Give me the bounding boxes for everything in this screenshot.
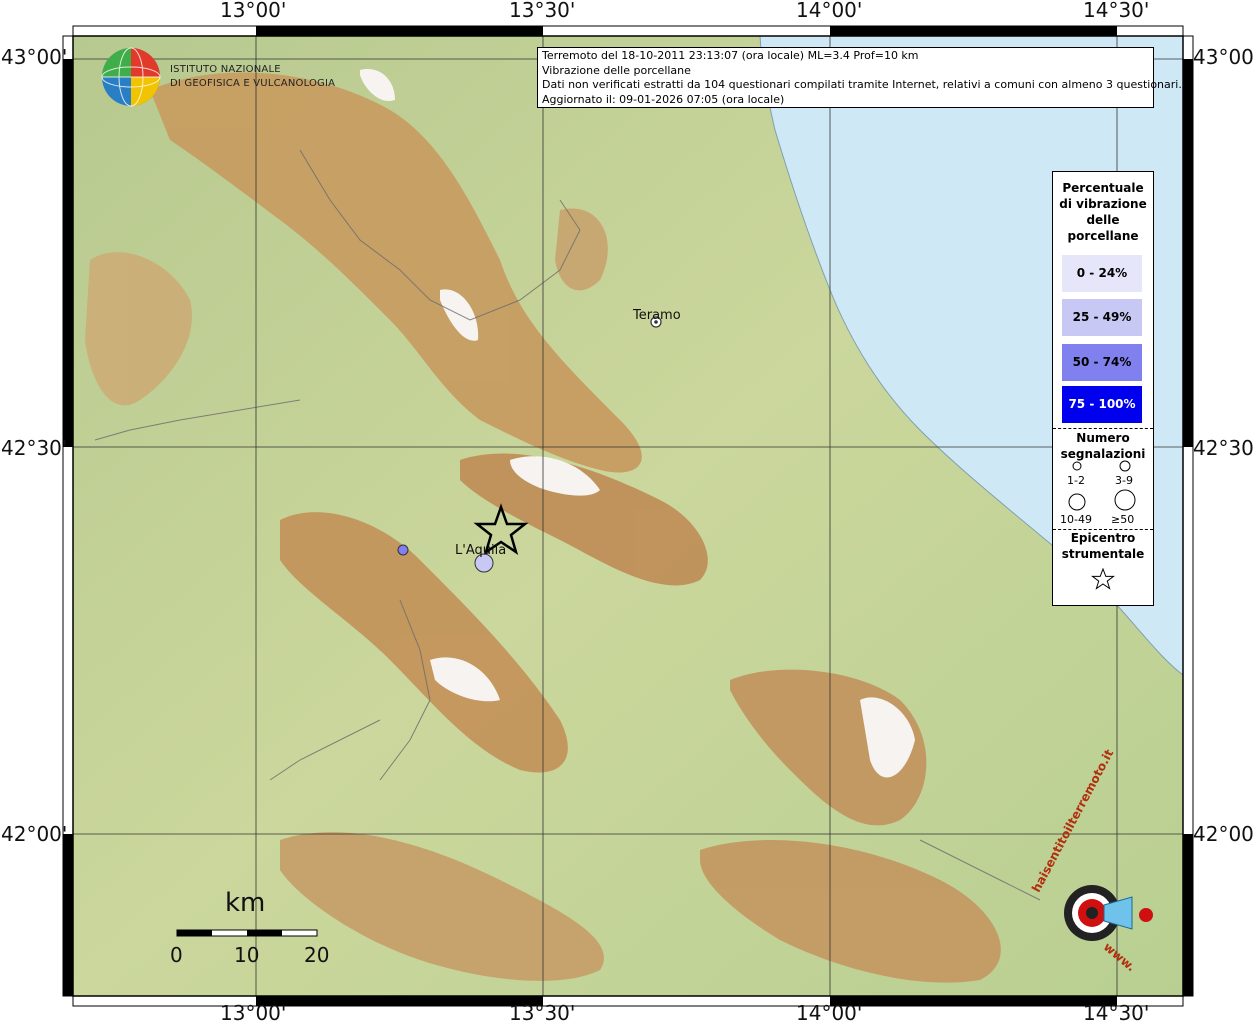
legend-title-4: porcellane bbox=[1067, 229, 1139, 243]
left-lat-label-3: 42°00' bbox=[1, 822, 68, 846]
report-circle-small bbox=[397, 544, 409, 556]
scalebar-tick-0: 0 bbox=[170, 943, 183, 967]
legend-class-75-100: 75 - 100% bbox=[1062, 386, 1142, 423]
top-lon-label-1: 13°00' bbox=[220, 0, 287, 22]
legend-class-25-49: 25 - 49% bbox=[1062, 299, 1142, 336]
legend-panel: Percentuale di vibrazione delle porcella… bbox=[1052, 171, 1154, 606]
legend-epicenter-title-2: strumentale bbox=[1061, 547, 1145, 561]
event-updated: Aggiornato il: 09-01-2026 07:05 (ora loc… bbox=[542, 92, 785, 106]
legend-title-1: Percentuale bbox=[1062, 181, 1144, 195]
legend-title-3: delle bbox=[1086, 213, 1120, 227]
scalebar-tick-10: 10 bbox=[234, 943, 260, 967]
legend-count-1-2: 1-2 bbox=[1067, 474, 1085, 487]
right-lat-label-2: 42°30' bbox=[1193, 436, 1255, 460]
city-label-laquila: L'Aquila bbox=[455, 543, 507, 558]
legend-star-icon bbox=[1091, 568, 1115, 590]
legend-class-50-74: 50 - 74% bbox=[1062, 344, 1142, 381]
event-subtitle: Vibrazione delle porcellane bbox=[542, 63, 691, 77]
top-lon-label-2: 13°30' bbox=[509, 0, 576, 22]
scalebar-tick-20: 20 bbox=[304, 943, 330, 967]
bottom-lon-label-1: 13°00' bbox=[220, 1001, 287, 1025]
legend-class-0-24: 0 - 24% bbox=[1062, 255, 1142, 292]
bottom-lon-label-4: 14°30' bbox=[1083, 1001, 1150, 1025]
watermark-url: www. bbox=[1100, 939, 1139, 975]
event-info-box: Terremoto del 18-10-2011 23:13:07 (ora l… bbox=[537, 47, 1182, 108]
ingv-globe-logo-icon bbox=[101, 47, 161, 107]
bottom-lon-label-3: 14°00' bbox=[796, 1001, 863, 1025]
watermark: haisentitoilterremoto.it www. bbox=[1025, 747, 1165, 978]
legend-count-symbols bbox=[1068, 460, 1136, 511]
top-lon-label-4: 14°30' bbox=[1083, 0, 1150, 22]
bottom-lon-label-2: 13°30' bbox=[509, 1001, 576, 1025]
city-label-teramo: Teramo bbox=[633, 308, 681, 323]
legend-title-2: di vibrazione bbox=[1059, 197, 1147, 211]
event-header: Terremoto del 18-10-2011 23:13:07 (ora l… bbox=[542, 49, 919, 62]
right-lat-label-1: 43°00' bbox=[1193, 45, 1255, 69]
scale-bar bbox=[176, 929, 318, 937]
legend-epicenter-title-1: Epicentro bbox=[1070, 531, 1136, 545]
legend-count-3-9: 3-9 bbox=[1115, 474, 1133, 487]
right-lat-label-3: 42°00' bbox=[1193, 822, 1255, 846]
left-lat-label-1: 43°00' bbox=[1, 45, 68, 69]
legend-count-50plus: ≥50 bbox=[1111, 513, 1135, 526]
top-lon-label-3: 14°00' bbox=[796, 0, 863, 22]
event-data-note: Dati non verificati estratti da 104 ques… bbox=[542, 78, 1182, 92]
left-lat-label-2: 42°30' bbox=[1, 436, 68, 460]
ingv-line1: ISTITUTO NAZIONALE bbox=[170, 64, 281, 75]
legend-count-title-1: Numero bbox=[1076, 431, 1130, 445]
legend-count-10-49: 10-49 bbox=[1060, 513, 1092, 526]
legend-separator bbox=[1053, 428, 1153, 429]
ingv-line2: DI GEOFISICA E VULCANOLOGIA bbox=[170, 78, 336, 89]
ingv-logo-text: ISTITUTO NAZIONALE DI GEOFISICA E VULCAN… bbox=[170, 63, 335, 91]
scalebar-unit: km bbox=[225, 888, 266, 918]
